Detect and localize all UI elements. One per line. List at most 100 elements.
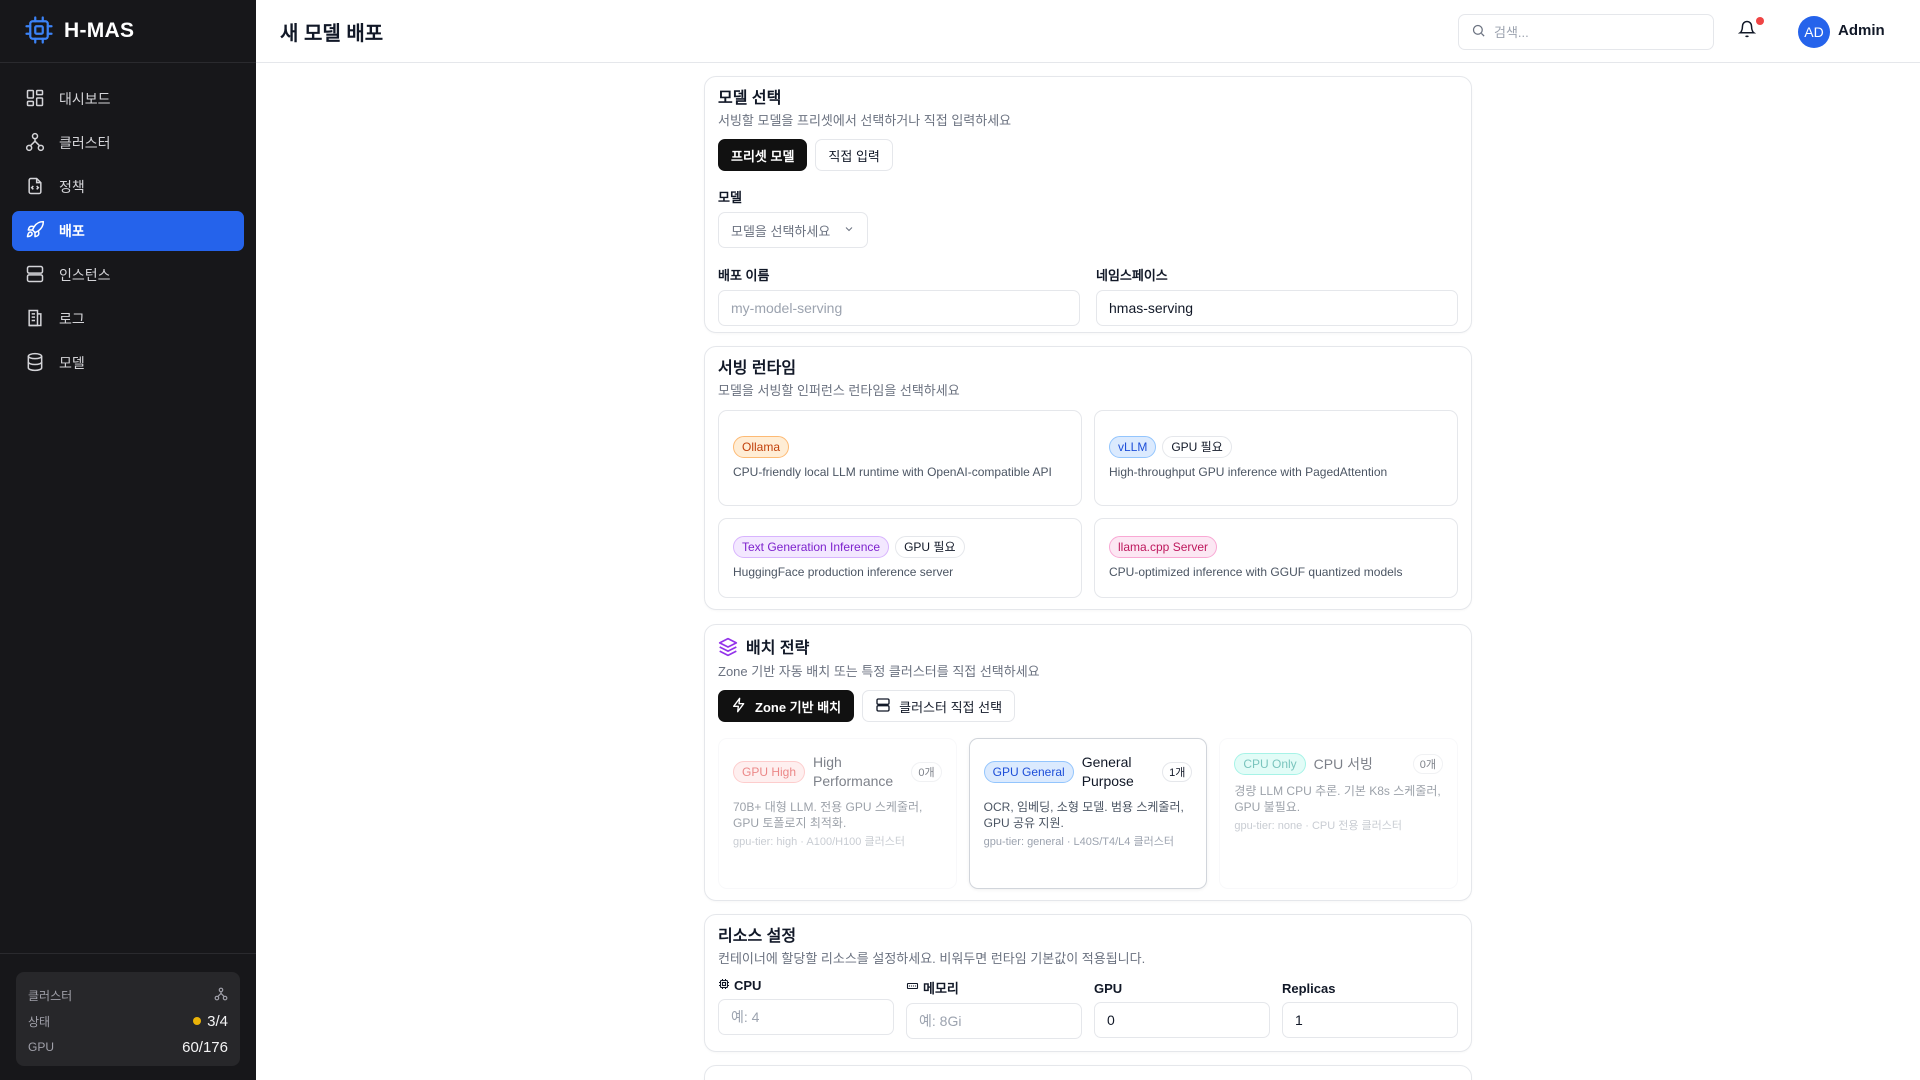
sidebar-item-cluster[interactable]: 클러스터: [12, 123, 244, 163]
deploy-name-label: 배포 이름: [718, 268, 770, 283]
status-dot: [193, 1017, 202, 1025]
gpu-input[interactable]: [1094, 1002, 1270, 1038]
zone-name: High Performance: [813, 754, 894, 789]
runtime-option-llamacpp[interactable]: llama.cpp Server CPU-optimized inference…: [1094, 518, 1458, 598]
section-desc: 컨테이너에 할당할 리소스를 설정하세요. 비워두면 런타임 기본값이 적용됩니…: [718, 951, 1146, 966]
zone-option-gpu-high[interactable]: GPU High High Performance 0개 70B+ 대형 LLM…: [718, 738, 957, 889]
memory-label: 메모리: [906, 978, 1082, 997]
memory-input[interactable]: [906, 1003, 1082, 1039]
cpu-label: CPU: [718, 978, 894, 993]
tab-preset-model[interactable]: 프리셋 모델: [718, 139, 808, 171]
runtime-badge: llama.cpp Server: [1109, 536, 1218, 558]
sidebar-item-label: 인스턴스: [59, 267, 111, 283]
runtime-options: Ollama CPU-friendly local LLM runtime wi…: [718, 410, 1458, 598]
sidebar-item-label: 배포: [59, 223, 85, 239]
search-box[interactable]: [1458, 14, 1714, 50]
zone-badge: GPU General: [983, 761, 1074, 783]
zone-badge: GPU High: [733, 761, 806, 783]
section-title: 배치 전략: [746, 639, 810, 657]
top-header: 새 모델 배포 AD Admin: [256, 0, 1920, 63]
lightning-icon: [731, 697, 747, 716]
status-label: 상태: [28, 1014, 51, 1029]
runtime-desc: CPU-friendly local LLM runtime with Open…: [733, 465, 1052, 479]
model-source-tabs: 프리셋 모델 직접 입력: [718, 139, 1458, 171]
runtime-option-tgi[interactable]: Text Generation Inference GPU 필요 Hugging…: [718, 518, 1082, 598]
sidebar-divider: [0, 953, 256, 954]
sidebar-item-label: 모델: [59, 355, 85, 371]
layers-icon: [718, 637, 738, 660]
zone-sub: gpu-tier: high · A100/H100 클러스터: [733, 836, 905, 848]
cluster-icon: [25, 132, 45, 155]
runtime-option-vllm[interactable]: vLLM GPU 필요 High-throughput GPU inferenc…: [1094, 410, 1458, 506]
sidebar-item-model[interactable]: 모델: [12, 343, 244, 383]
model-select-card: 모델 선택 서빙할 모델을 프리셋에서 선택하거나 직접 입력하세요 프리셋 모…: [704, 76, 1472, 333]
resources-card: 리소스 설정 컨테이너에 할당할 리소스를 설정하세요. 비워두면 런타임 기본…: [704, 914, 1472, 1052]
replicas-label: Replicas: [1282, 981, 1336, 996]
runtime-desc: CPU-optimized inference with GGUF quanti…: [1109, 565, 1403, 579]
zone-name: CPU 서빙: [1313, 755, 1373, 772]
zone-option-gpu-general[interactable]: GPU General General Purpose 1개 OCR, 임베딩,…: [968, 738, 1208, 889]
server-icon: [875, 697, 891, 716]
user-name[interactable]: Admin: [1838, 22, 1885, 39]
tab-cluster-direct[interactable]: 클러스터 직접 선택: [862, 690, 1016, 722]
zone-badge: CPU Only: [1234, 753, 1306, 775]
brand[interactable]: H-MAS: [0, 0, 256, 63]
memory-label-text: 메모리: [923, 981, 959, 996]
sidebar-item-deploy[interactable]: 배포: [12, 211, 244, 251]
tab-label: Zone 기반 배치: [755, 699, 842, 715]
sidebar-item-instance[interactable]: 인스턴스: [12, 255, 244, 295]
log-icon: [25, 308, 45, 331]
placement-card: 배치 전략 Zone 기반 자동 배치 또는 특정 클러스터를 직접 선택하세요…: [704, 624, 1472, 901]
zone-desc: 70B+ 대형 LLM. 전용 GPU 스케줄러, GPU 토폴로지 최적화.: [733, 800, 923, 830]
cluster-status-card[interactable]: 클러스터 상태 3/4 GPU 60/176: [16, 972, 240, 1066]
search-input[interactable]: [1494, 24, 1694, 40]
gpu-required-badge: GPU 필요: [1162, 436, 1232, 458]
cpu-chip-icon: [718, 978, 730, 993]
next-section-card: [704, 1065, 1472, 1080]
replicas-input[interactable]: [1282, 1002, 1458, 1038]
cluster-network-icon: [214, 987, 228, 1004]
section-title: 서빙 런타임: [718, 360, 797, 377]
zone-count: 0개: [1412, 754, 1443, 774]
model-select[interactable]: 모델을 선택하세요: [718, 212, 868, 248]
avatar[interactable]: AD: [1798, 16, 1830, 48]
runtime-desc: HuggingFace production inference server: [733, 565, 954, 579]
model-label: 모델: [718, 190, 742, 205]
cpu-label-text: CPU: [734, 978, 762, 993]
section-desc: Zone 기반 자동 배치 또는 특정 클러스터를 직접 선택하세요: [718, 664, 1040, 679]
rocket-icon: [25, 220, 45, 243]
cpu-input[interactable]: [718, 999, 894, 1035]
namespace-input[interactable]: [1096, 290, 1458, 326]
dashboard-icon: [25, 88, 45, 111]
section-desc: 모델을 서빙할 인퍼런스 런타임을 선택하세요: [718, 383, 960, 398]
runtime-option-ollama[interactable]: Ollama CPU-friendly local LLM runtime wi…: [718, 410, 1082, 506]
tab-manual-input[interactable]: 직접 입력: [815, 139, 893, 171]
status-value: 3/4: [207, 1012, 228, 1030]
namespace-label: 네임스페이스: [1096, 268, 1168, 283]
search-icon: [1471, 23, 1486, 41]
gpu-required-badge: GPU 필요: [895, 536, 965, 558]
model-select-placeholder: 모델을 선택하세요: [731, 223, 831, 239]
database-icon: [25, 352, 45, 375]
zone-sub: gpu-tier: general · L40S/T4/L4 클러스터: [983, 836, 1174, 848]
cluster-card-header: 클러스터: [28, 982, 228, 1008]
chevron-down-icon: [843, 223, 855, 238]
deploy-name-input[interactable]: [718, 290, 1080, 326]
cluster-gpu-row: GPU 60/176: [28, 1034, 228, 1060]
server-icon: [25, 264, 45, 287]
zone-desc: OCR, 임베딩, 소형 모델. 범용 스케줄러, GPU 공유 지원.: [983, 800, 1184, 830]
sidebar-item-label: 로그: [59, 311, 85, 327]
sidebar-nav: 대시보드 클러스터 정책 배포 인스턴스 로그 모델: [0, 63, 256, 383]
section-desc: 서빙할 모델을 프리셋에서 선택하거나 직접 입력하세요: [718, 113, 1012, 128]
page-title: 새 모델 배포: [280, 22, 384, 45]
zone-options: GPU High High Performance 0개 70B+ 대형 LLM…: [718, 738, 1458, 889]
zone-option-cpu-only[interactable]: CPU Only CPU 서빙 0개 경량 LLM CPU 추론. 기본 K8s…: [1219, 738, 1458, 889]
gpu-value: 60/176: [182, 1038, 228, 1056]
sidebar-item-log[interactable]: 로그: [12, 299, 244, 339]
cluster-status-row: 상태 3/4: [28, 1008, 228, 1034]
notification-dot: [1756, 17, 1764, 25]
tab-zone-placement[interactable]: Zone 기반 배치: [718, 690, 855, 722]
sidebar-item-dashboard[interactable]: 대시보드: [12, 79, 244, 119]
sidebar-item-policy[interactable]: 정책: [12, 167, 244, 207]
runtime-desc: High-throughput GPU inference with Paged…: [1109, 465, 1388, 479]
